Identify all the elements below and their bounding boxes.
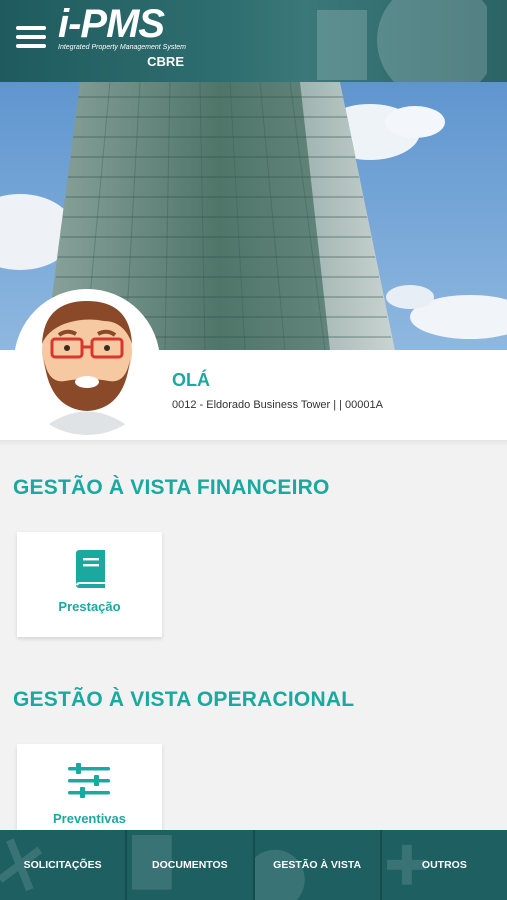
tab-documentos[interactable]: DOCUMENTOS [127, 830, 255, 900]
app-header: i-PMS Integrated Property Management Sys… [0, 0, 507, 82]
tab-background-icon [386, 844, 427, 885]
logo-company: CBRE [147, 54, 184, 69]
book-icon [76, 550, 105, 588]
logo-tagline: Integrated Property Management System [58, 44, 187, 51]
tab-background-icon [254, 849, 305, 900]
user-avatar[interactable] [14, 289, 160, 435]
tab-background-icon [0, 838, 43, 892]
header-pattern [317, 0, 487, 82]
card-preventivas[interactable]: Preventivas [17, 744, 162, 830]
tab-outros[interactable]: OUTROS [382, 830, 507, 900]
tab-solicitacoes[interactable]: SOLICITAÇÕES [0, 830, 128, 900]
section-title-financeiro: GESTÃO À VISTA FINANCEIRO [13, 476, 330, 499]
tab-gestao-a-vista[interactable]: GESTÃO À VISTA [254, 830, 382, 900]
bottom-navigation: SOLICITAÇÕES DOCUMENTOS GESTÃO À VISTA O… [0, 830, 507, 900]
greeting-text: OLÁ [172, 370, 210, 390]
menu-icon[interactable] [16, 26, 46, 50]
sliders-icon [68, 763, 110, 798]
building-info: 0012 - Eldorado Business Tower | | 00001… [172, 399, 383, 411]
tab-background-icon [132, 834, 172, 890]
app-logo: i-PMS Integrated Property Management Sys… [58, 2, 188, 69]
divider [0, 440, 507, 446]
logo-brand: i-PMS [58, 2, 165, 46]
card-label: Prestação [58, 599, 121, 614]
section-title-operacional: GESTÃO À VISTA OPERACIONAL [13, 688, 355, 711]
card-label: Preventivas [53, 811, 126, 826]
card-prestacao[interactable]: Prestação [17, 532, 162, 637]
